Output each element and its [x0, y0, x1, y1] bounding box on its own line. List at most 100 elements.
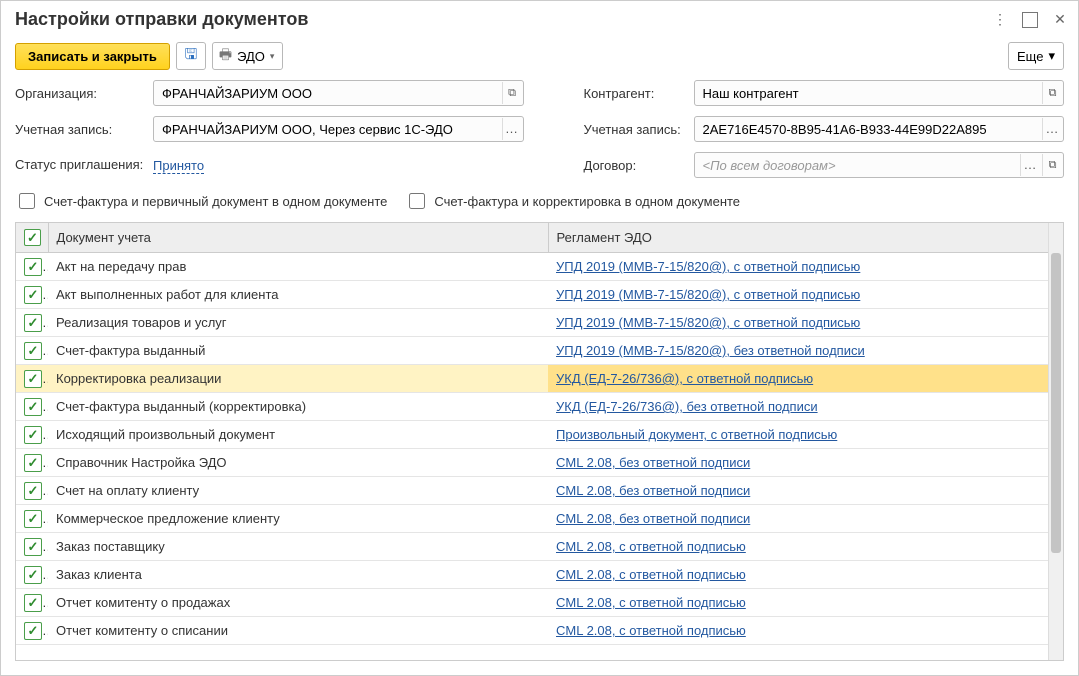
account-label: Учетная запись:: [15, 122, 143, 137]
scrollbar-thumb[interactable]: [1051, 253, 1061, 553]
row-doc-cell: Корректировка реализации: [48, 365, 548, 393]
contragent-label: Контрагент:: [584, 86, 684, 101]
row-reg-link[interactable]: УПД 2019 (ММВ-7-15/820@), без ответной п…: [556, 343, 865, 358]
row-reg-link[interactable]: Произвольный документ, с ответной подпис…: [556, 427, 837, 442]
check-icon: ✓: [24, 510, 42, 528]
row-check-cell[interactable]: ✓: [16, 617, 48, 645]
row-reg-link[interactable]: CML 2.08, без ответной подписи: [556, 483, 750, 498]
row-reg-link[interactable]: CML 2.08, с ответной подписью: [556, 595, 746, 610]
table-row[interactable]: ✓Акт на передачу прав УПД 2019 (ММВ-7-15/…: [16, 253, 1048, 281]
col-doc[interactable]: Документ учета: [48, 223, 548, 253]
row-check-cell[interactable]: ✓: [16, 365, 48, 393]
save-button[interactable]: 🖫: [176, 42, 206, 70]
row-check-cell[interactable]: ✓: [16, 449, 48, 477]
row-check-cell[interactable]: ✓: [16, 589, 48, 617]
row-doc-cell: Исходящий произвольный документ: [48, 421, 548, 449]
disk-icon: 🖫: [184, 44, 197, 69]
table-row[interactable]: ✓Счет-фактура выданный (корректировка)УК…: [16, 393, 1048, 421]
row-reg-link[interactable]: CML 2.08, с ответной подписью: [556, 539, 746, 554]
table-row[interactable]: ✓ Справочник Настройка ЭДО CML 2.08, без о…: [16, 449, 1048, 477]
cb2-item[interactable]: Счет-фактура и корректировка в одном док…: [405, 190, 740, 212]
account2-input-wrap: …: [694, 116, 1065, 142]
row-check-cell[interactable]: ✓: [16, 561, 48, 589]
form-grid: Организация: ⧉ Контрагент: ⧉ Учетная зап…: [1, 80, 1078, 184]
cb1-checkbox[interactable]: [19, 193, 35, 209]
row-doc-cell: Отчет комитенту о списании: [48, 617, 548, 645]
check-icon: ✓: [24, 594, 42, 612]
row-reg-link[interactable]: УПД 2019 (ММВ-7-15/820@), с ответной под…: [556, 315, 860, 330]
cb2-checkbox[interactable]: [409, 193, 425, 209]
row-reg-cell: УПД 2019 (ММВ-7-15/820@), без ответной п…: [548, 337, 1048, 365]
account2-label: Учетная запись:: [584, 122, 684, 137]
org-popout[interactable]: ⧉: [502, 82, 522, 104]
check-icon: ✓: [24, 342, 42, 360]
table-row[interactable]: ✓Исходящий произвольный документ Произвол…: [16, 421, 1048, 449]
row-check-cell[interactable]: ✓: [16, 309, 48, 337]
row-reg-cell: CML 2.08, с ответной подписью: [548, 589, 1048, 617]
row-reg-link[interactable]: CML 2.08, с ответной подписью: [556, 623, 746, 638]
window: Настройки отправки документов ⋮ ✕ Записа…: [0, 0, 1079, 676]
row-check-cell[interactable]: ✓: [16, 337, 48, 365]
page-title: Настройки отправки документов: [15, 9, 992, 30]
row-reg-link[interactable]: CML 2.08, с ответной подписью: [556, 567, 746, 582]
contract-more[interactable]: …: [1020, 154, 1040, 176]
status-link[interactable]: Принято: [153, 158, 204, 174]
account-more[interactable]: …: [502, 118, 522, 140]
table-row[interactable]: ✓Счет-фактура выданныйУПД 2019 (ММВ-7-15…: [16, 337, 1048, 365]
table-row[interactable]: ✓Акт выполненных работ для клиентаУПД 20…: [16, 281, 1048, 309]
row-doc-cell: Акт на передачу прав: [48, 253, 548, 281]
popout-icon: ⧉: [1049, 159, 1057, 172]
contract-input[interactable]: [694, 152, 1065, 178]
maximize-icon[interactable]: [1022, 12, 1038, 28]
table-row[interactable]: ✓Коммерческое предложение клиентуCML 2.0…: [16, 505, 1048, 533]
account-input[interactable]: [153, 116, 524, 142]
table-row[interactable]: ✓Отчет комитенту о списании CML 2.08, с о…: [16, 617, 1048, 645]
save-close-button[interactable]: Записать и закрыть: [15, 43, 170, 70]
close-icon[interactable]: ✕: [1052, 12, 1068, 28]
contract-popout[interactable]: ⧉: [1042, 154, 1062, 176]
table-row[interactable]: ✓Отчет комитенту о продажахCML 2.08, с о…: [16, 589, 1048, 617]
table-row[interactable]: ✓Счет на оплату клиентуCML 2.08, без отв…: [16, 477, 1048, 505]
row-check-cell[interactable]: ✓: [16, 393, 48, 421]
more-button[interactable]: Еще ▾: [1008, 42, 1064, 70]
row-reg-cell: CML 2.08, с ответной подписью: [548, 533, 1048, 561]
cb1-item[interactable]: Счет-фактура и первичный документ в одно…: [15, 190, 387, 212]
dots-icon: …: [1046, 124, 1060, 134]
table-row[interactable]: ✓Заказ поставщикуCML 2.08, с ответной по…: [16, 533, 1048, 561]
col-check[interactable]: ✓: [16, 223, 48, 253]
row-reg-link[interactable]: УКД (ЕД-7-26/736@), без ответной подписи: [556, 399, 818, 414]
contragent-input[interactable]: [694, 80, 1065, 106]
table-row[interactable]: ✓ Корректировка реализации УКД (ЕД-7-26/73…: [16, 365, 1048, 393]
account2-more[interactable]: …: [1042, 118, 1062, 140]
edo-dropdown[interactable]: 🖶 ЭДО ▾: [212, 42, 284, 70]
row-check-cell[interactable]: ✓: [16, 505, 48, 533]
edo-icon: 🖶: [219, 44, 232, 68]
row-doc-cell: Справочник Настройка ЭДО: [48, 449, 548, 477]
check-icon: ✓: [24, 370, 42, 388]
row-reg-link[interactable]: CML 2.08, без ответной подписи: [556, 511, 750, 526]
col-reg[interactable]: Регламент ЭДО: [548, 223, 1048, 253]
row-reg-link[interactable]: УПД 2019 (ММВ-7-15/820@), с ответной под…: [556, 287, 860, 302]
check-icon: ✓: [24, 454, 42, 472]
row-check-cell[interactable]: ✓: [16, 533, 48, 561]
row-reg-link[interactable]: CML 2.08, без ответной подписи: [556, 455, 750, 470]
table-row[interactable]: ✓Заказ клиентаCML 2.08, с ответной подпи…: [16, 561, 1048, 589]
scrollbar[interactable]: [1048, 223, 1063, 660]
account2-input[interactable]: [694, 116, 1065, 142]
row-check-cell[interactable]: ✓: [16, 421, 48, 449]
row-check-cell[interactable]: ✓: [16, 281, 48, 309]
row-reg-cell: CML 2.08, без ответной подписи: [548, 477, 1048, 505]
kebab-icon[interactable]: ⋮: [992, 12, 1008, 28]
row-reg-link[interactable]: УПД 2019 (ММВ-7-15/820@), с ответной под…: [556, 259, 860, 274]
dots-icon: …: [1024, 160, 1038, 170]
org-input[interactable]: [153, 80, 524, 106]
row-reg-link[interactable]: УКД (ЕД-7-26/736@), с ответной подписью: [556, 371, 813, 386]
table-row[interactable]: ✓Реализация товаров и услугУПД 2019 (ММВ…: [16, 309, 1048, 337]
table-scroll[interactable]: ✓ Документ учета Регламент ЭДО ✓Акт на п…: [16, 223, 1048, 660]
row-check-cell[interactable]: ✓: [16, 253, 48, 281]
chevron-down-icon: ▾: [1048, 48, 1055, 64]
check-icon: ✓: [24, 398, 42, 416]
row-check-cell[interactable]: ✓: [16, 477, 48, 505]
row-reg-cell: CML 2.08, с ответной подписью: [548, 617, 1048, 645]
contragent-popout[interactable]: ⧉: [1042, 82, 1062, 104]
